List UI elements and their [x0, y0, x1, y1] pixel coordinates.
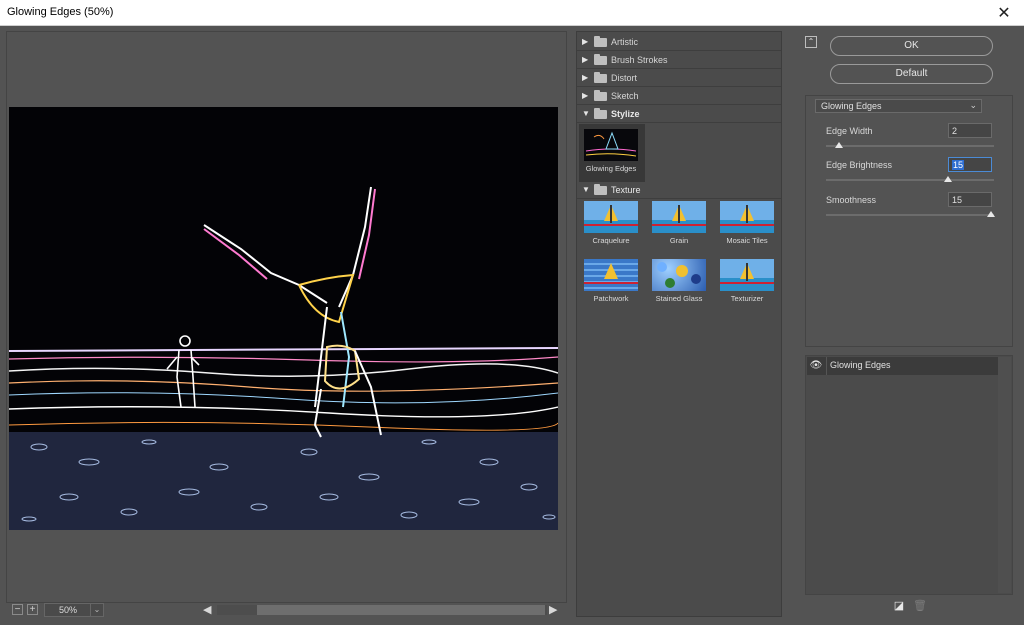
zoom-bar: − + 50% ⌄ ◀ ▶ [6, 601, 567, 619]
slider-handle[interactable] [987, 211, 995, 217]
layer-name: Glowing Edges [830, 360, 891, 370]
category-distort[interactable]: ▶ Distort [577, 70, 781, 87]
filter-glowing-edges[interactable]: Glowing Edges [579, 124, 645, 182]
layers-scrollbar[interactable] [998, 357, 1011, 593]
divider [826, 357, 827, 375]
window-title: Glowing Edges (50%) [7, 6, 114, 18]
category-label: Sketch [611, 91, 639, 101]
category-label: Texture [611, 185, 641, 195]
default-button[interactable]: Default [830, 64, 993, 84]
param-smoothness: Smoothness 15 [826, 192, 995, 222]
param-label: Edge Brightness [826, 160, 893, 170]
filter-craquelure[interactable]: Craquelure [579, 196, 639, 251]
filter-thumbnail [652, 201, 706, 233]
filter-mosaic-tiles[interactable]: Mosaic Tiles [715, 196, 775, 251]
scroll-thumb[interactable] [257, 605, 545, 615]
folder-icon [594, 72, 607, 83]
category-brush-strokes[interactable]: ▶ Brush Strokes [577, 52, 781, 69]
param-value: 15 [952, 195, 963, 205]
filter-thumbnail [584, 201, 638, 233]
filter-label: Mosaic Tiles [726, 236, 768, 245]
slider-handle[interactable] [835, 142, 843, 148]
param-label: Edge Width [826, 126, 873, 136]
eye-icon[interactable]: 👁 [809, 359, 823, 373]
filter-thumbnail [720, 259, 774, 291]
folder-icon [594, 54, 607, 65]
param-edge-width: Edge Width 2 [826, 123, 994, 153]
edge-brightness-input[interactable]: 15 [948, 157, 992, 172]
slider-track[interactable] [826, 179, 994, 181]
effect-layers-panel [805, 355, 1013, 595]
close-icon[interactable]: ✕ [994, 3, 1014, 23]
folder-open-icon [594, 108, 607, 119]
param-value: 2 [952, 126, 958, 136]
filter-label: Patchwork [593, 294, 629, 303]
zoom-value: 50% [59, 605, 78, 615]
filter-label: Texturizer [730, 294, 764, 303]
filter-label: Craquelure [592, 236, 630, 245]
param-label: Smoothness [826, 195, 877, 205]
filter-thumbnail [652, 259, 706, 291]
title-bar: Glowing Edges (50%) ✕ [0, 0, 1024, 26]
edge-width-input[interactable]: 2 [948, 123, 992, 138]
filter-gallery: ▶ Artistic ▶ Brush Strokes ▶ Distort ▶ S… [576, 31, 782, 617]
scroll-left-icon[interactable]: ◀ [203, 603, 211, 616]
filter-patchwork[interactable]: Patchwork [579, 254, 639, 309]
param-edge-brightness: Edge Brightness 15 [826, 157, 994, 187]
collapse-icon: ▼ [582, 185, 590, 194]
category-label: Distort [611, 73, 638, 83]
filter-thumbnail [584, 129, 638, 161]
zoom-out-button[interactable]: − [12, 604, 23, 615]
effect-layer-row[interactable]: 👁 Glowing Edges [807, 357, 998, 375]
filter-thumbnail [720, 201, 774, 233]
preview-panel [6, 31, 567, 603]
expand-icon: ▶ [582, 37, 589, 46]
slider-handle[interactable] [944, 176, 952, 182]
zoom-select[interactable]: 50% ⌄ [44, 603, 104, 617]
scroll-right-icon[interactable]: ▶ [549, 603, 557, 616]
collapse-gallery-icon[interactable]: ⌃ [805, 36, 817, 48]
filter-label: Grain [669, 236, 689, 245]
filter-label: Glowing Edges [585, 164, 637, 173]
ok-button[interactable]: OK [830, 36, 993, 56]
filter-select[interactable]: Glowing Edges ⌄ [815, 99, 982, 113]
slider-track[interactable] [826, 214, 994, 216]
chevron-down-icon[interactable]: ⌄ [90, 604, 103, 616]
horizontal-scrollbar[interactable]: ◀ ▶ [203, 603, 563, 617]
zoom-in-button[interactable]: + [27, 604, 38, 615]
category-label: Artistic [611, 37, 638, 47]
collapse-icon: ▼ [582, 109, 590, 118]
new-effect-layer-icon[interactable]: ◪ [893, 600, 905, 612]
smoothness-input[interactable]: 15 [948, 192, 992, 207]
category-label: Brush Strokes [611, 55, 668, 65]
chevron-down-icon: ⌄ [969, 100, 977, 110]
filter-thumbnail [584, 259, 638, 291]
expand-icon: ▶ [582, 91, 589, 100]
filter-stained-glass[interactable]: Stained Glass [647, 254, 707, 309]
folder-open-icon [594, 184, 607, 195]
delete-effect-layer-icon[interactable]: 🗑 [913, 600, 927, 612]
filter-label: Stained Glass [655, 294, 703, 303]
category-stylize[interactable]: ▼ Stylize [577, 106, 781, 123]
category-sketch[interactable]: ▶ Sketch [577, 88, 781, 105]
expand-icon: ▶ [582, 55, 589, 64]
folder-icon [594, 36, 607, 47]
category-artistic[interactable]: ▶ Artistic [577, 34, 781, 51]
filter-grain[interactable]: Grain [647, 196, 707, 251]
slider-track[interactable] [826, 145, 994, 147]
filter-texturizer[interactable]: Texturizer [715, 254, 775, 309]
filter-select-value: Glowing Edges [821, 101, 882, 111]
scroll-track[interactable] [217, 605, 547, 615]
category-label: Stylize [611, 109, 640, 119]
folder-icon [594, 90, 607, 101]
param-value: 15 [952, 160, 965, 170]
preview-image[interactable] [9, 107, 558, 530]
expand-icon: ▶ [582, 73, 589, 82]
